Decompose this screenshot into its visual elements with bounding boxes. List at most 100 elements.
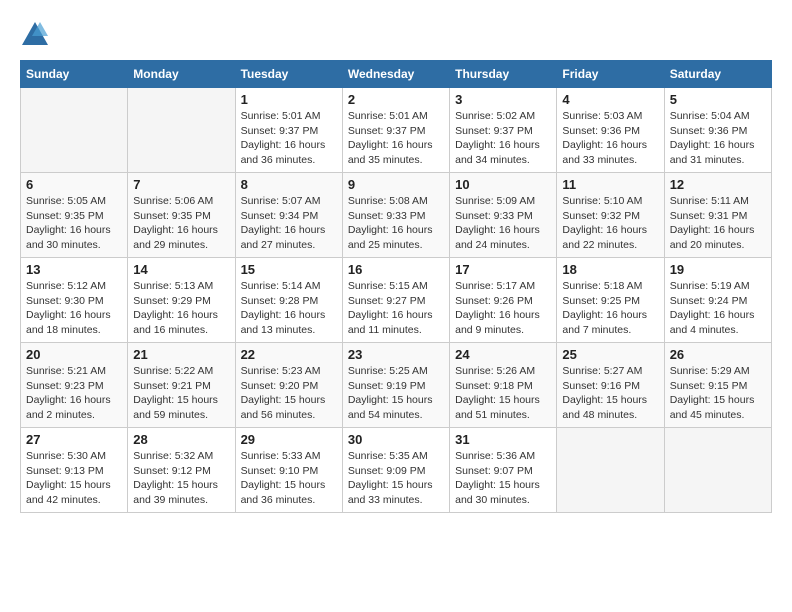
- day-info: Sunrise: 5:07 AM Sunset: 9:34 PM Dayligh…: [241, 194, 337, 253]
- calendar-week-row: 20Sunrise: 5:21 AM Sunset: 9:23 PM Dayli…: [21, 343, 772, 428]
- day-info: Sunrise: 5:13 AM Sunset: 9:29 PM Dayligh…: [133, 279, 229, 338]
- day-number: 31: [455, 432, 551, 447]
- day-info: Sunrise: 5:05 AM Sunset: 9:35 PM Dayligh…: [26, 194, 122, 253]
- calendar-cell: 3 Sunrise: 5:02 AM Sunset: 9:37 PM Daylig…: [450, 88, 557, 173]
- day-number: 3: [455, 92, 551, 107]
- day-number: 10: [455, 177, 551, 192]
- calendar-cell: 19 Sunrise: 5:19 AM Sunset: 9:24 PM Dayli…: [664, 258, 771, 343]
- calendar-cell: 23 Sunrise: 5:25 AM Sunset: 9:19 PM Dayli…: [342, 343, 449, 428]
- calendar-cell: 22 Sunrise: 5:23 AM Sunset: 9:20 PM Dayli…: [235, 343, 342, 428]
- calendar-cell: 14Sunrise: 5:13 AM Sunset: 9:29 PM Dayli…: [128, 258, 235, 343]
- calendar-week-row: 27Sunrise: 5:30 AM Sunset: 9:13 PM Dayli…: [21, 428, 772, 513]
- calendar-cell: 5Sunrise: 5:04 AM Sunset: 9:36 PM Daylig…: [664, 88, 771, 173]
- calendar-cell: 20Sunrise: 5:21 AM Sunset: 9:23 PM Dayli…: [21, 343, 128, 428]
- calendar-header-wednesday: Wednesday: [342, 61, 449, 88]
- calendar-cell: 7 Sunrise: 5:06 AM Sunset: 9:35 PM Daylig…: [128, 173, 235, 258]
- day-info: Sunrise: 5:27 AM Sunset: 9:16 PM Dayligh…: [562, 364, 658, 423]
- day-info: Sunrise: 5:19 AM Sunset: 9:24 PM Dayligh…: [670, 279, 766, 338]
- calendar-cell: 2Sunrise: 5:01 AM Sunset: 9:37 PM Daylig…: [342, 88, 449, 173]
- day-info: Sunrise: 5:29 AM Sunset: 9:15 PM Dayligh…: [670, 364, 766, 423]
- day-info: Sunrise: 5:01 AM Sunset: 9:37 PM Dayligh…: [241, 109, 337, 168]
- day-info: Sunrise: 5:32 AM Sunset: 9:12 PM Dayligh…: [133, 449, 229, 508]
- day-info: Sunrise: 5:25 AM Sunset: 9:19 PM Dayligh…: [348, 364, 444, 423]
- calendar-cell: 6Sunrise: 5:05 AM Sunset: 9:35 PM Daylig…: [21, 173, 128, 258]
- day-info: Sunrise: 5:26 AM Sunset: 9:18 PM Dayligh…: [455, 364, 551, 423]
- calendar-table: SundayMondayTuesdayWednesdayThursdayFrid…: [20, 60, 772, 513]
- day-info: Sunrise: 5:01 AM Sunset: 9:37 PM Dayligh…: [348, 109, 444, 168]
- day-number: 8: [241, 177, 337, 192]
- day-info: Sunrise: 5:10 AM Sunset: 9:32 PM Dayligh…: [562, 194, 658, 253]
- calendar-cell: 16 Sunrise: 5:15 AM Sunset: 9:27 PM Dayli…: [342, 258, 449, 343]
- calendar-header-sunday: Sunday: [21, 61, 128, 88]
- calendar-cell: 13 Sunrise: 5:12 AM Sunset: 9:30 PM Dayli…: [21, 258, 128, 343]
- calendar-cell: 31 Sunrise: 5:36 AM Sunset: 9:07 PM Dayli…: [450, 428, 557, 513]
- day-number: 24: [455, 347, 551, 362]
- calendar-cell: 21Sunrise: 5:22 AM Sunset: 9:21 PM Dayli…: [128, 343, 235, 428]
- day-info: Sunrise: 5:33 AM Sunset: 9:10 PM Dayligh…: [241, 449, 337, 508]
- calendar-header-saturday: Saturday: [664, 61, 771, 88]
- day-number: 17: [455, 262, 551, 277]
- day-info: Sunrise: 5:12 AM Sunset: 9:30 PM Dayligh…: [26, 279, 122, 338]
- calendar-cell: 15 Sunrise: 5:14 AM Sunset: 9:28 PM Dayli…: [235, 258, 342, 343]
- calendar-cell: [664, 428, 771, 513]
- day-number: 12: [670, 177, 766, 192]
- day-number: 15: [241, 262, 337, 277]
- day-info: Sunrise: 5:30 AM Sunset: 9:13 PM Dayligh…: [26, 449, 122, 508]
- day-info: Sunrise: 5:08 AM Sunset: 9:33 PM Dayligh…: [348, 194, 444, 253]
- day-info: Sunrise: 5:14 AM Sunset: 9:28 PM Dayligh…: [241, 279, 337, 338]
- day-number: 28: [133, 432, 229, 447]
- calendar-cell: 9 Sunrise: 5:08 AM Sunset: 9:33 PM Daylig…: [342, 173, 449, 258]
- day-info: Sunrise: 5:17 AM Sunset: 9:26 PM Dayligh…: [455, 279, 551, 338]
- calendar-cell: [557, 428, 664, 513]
- day-number: 18: [562, 262, 658, 277]
- day-info: Sunrise: 5:36 AM Sunset: 9:07 PM Dayligh…: [455, 449, 551, 508]
- calendar-cell: 28 Sunrise: 5:32 AM Sunset: 9:12 PM Dayli…: [128, 428, 235, 513]
- logo: [20, 20, 56, 50]
- logo-icon: [20, 20, 50, 50]
- day-number: 11: [562, 177, 658, 192]
- day-number: 7: [133, 177, 229, 192]
- calendar-cell: 8 Sunrise: 5:07 AM Sunset: 9:34 PM Daylig…: [235, 173, 342, 258]
- calendar-header-tuesday: Tuesday: [235, 61, 342, 88]
- day-info: Sunrise: 5:09 AM Sunset: 9:33 PM Dayligh…: [455, 194, 551, 253]
- calendar-cell: 29 Sunrise: 5:33 AM Sunset: 9:10 PM Dayli…: [235, 428, 342, 513]
- calendar-cell: 18 Sunrise: 5:18 AM Sunset: 9:25 PM Dayli…: [557, 258, 664, 343]
- calendar-cell: 11 Sunrise: 5:10 AM Sunset: 9:32 PM Dayli…: [557, 173, 664, 258]
- day-number: 23: [348, 347, 444, 362]
- calendar-week-row: 13 Sunrise: 5:12 AM Sunset: 9:30 PM Dayli…: [21, 258, 772, 343]
- day-number: 9: [348, 177, 444, 192]
- calendar-cell: 26Sunrise: 5:29 AM Sunset: 9:15 PM Dayli…: [664, 343, 771, 428]
- calendar-cell: 4Sunrise: 5:03 AM Sunset: 9:36 PM Daylig…: [557, 88, 664, 173]
- day-number: 22: [241, 347, 337, 362]
- calendar-header-friday: Friday: [557, 61, 664, 88]
- day-number: 25: [562, 347, 658, 362]
- calendar-week-row: 1 Sunrise: 5:01 AM Sunset: 9:37 PM Daylig…: [21, 88, 772, 173]
- page-header: [20, 20, 772, 50]
- day-info: Sunrise: 5:02 AM Sunset: 9:37 PM Dayligh…: [455, 109, 551, 168]
- day-number: 19: [670, 262, 766, 277]
- day-number: 16: [348, 262, 444, 277]
- day-number: 1: [241, 92, 337, 107]
- calendar-cell: [128, 88, 235, 173]
- day-info: Sunrise: 5:15 AM Sunset: 9:27 PM Dayligh…: [348, 279, 444, 338]
- day-number: 13: [26, 262, 122, 277]
- calendar-cell: 17 Sunrise: 5:17 AM Sunset: 9:26 PM Dayli…: [450, 258, 557, 343]
- day-info: Sunrise: 5:06 AM Sunset: 9:35 PM Dayligh…: [133, 194, 229, 253]
- calendar-cell: 10 Sunrise: 5:09 AM Sunset: 9:33 PM Dayli…: [450, 173, 557, 258]
- calendar-cell: 24 Sunrise: 5:26 AM Sunset: 9:18 PM Dayli…: [450, 343, 557, 428]
- day-info: Sunrise: 5:35 AM Sunset: 9:09 PM Dayligh…: [348, 449, 444, 508]
- calendar-cell: [21, 88, 128, 173]
- day-number: 30: [348, 432, 444, 447]
- calendar-header-row: SundayMondayTuesdayWednesdayThursdayFrid…: [21, 61, 772, 88]
- day-number: 4: [562, 92, 658, 107]
- day-info: Sunrise: 5:11 AM Sunset: 9:31 PM Dayligh…: [670, 194, 766, 253]
- day-number: 20: [26, 347, 122, 362]
- calendar-body: 1 Sunrise: 5:01 AM Sunset: 9:37 PM Daylig…: [21, 88, 772, 513]
- calendar-cell: 25 Sunrise: 5:27 AM Sunset: 9:16 PM Dayli…: [557, 343, 664, 428]
- calendar-cell: 30 Sunrise: 5:35 AM Sunset: 9:09 PM Dayli…: [342, 428, 449, 513]
- calendar-week-row: 6Sunrise: 5:05 AM Sunset: 9:35 PM Daylig…: [21, 173, 772, 258]
- day-info: Sunrise: 5:18 AM Sunset: 9:25 PM Dayligh…: [562, 279, 658, 338]
- calendar-header-thursday: Thursday: [450, 61, 557, 88]
- day-info: Sunrise: 5:23 AM Sunset: 9:20 PM Dayligh…: [241, 364, 337, 423]
- day-number: 29: [241, 432, 337, 447]
